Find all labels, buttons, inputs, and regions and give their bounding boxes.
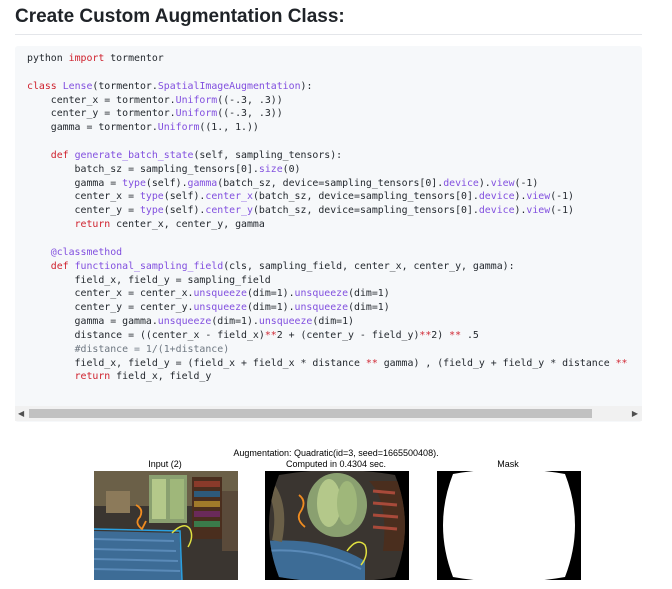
figure-title: Augmentation: Quadratic(id=3, seed=16655… [233,448,439,458]
scroll-left-arrow-icon[interactable]: ◀ [18,408,24,419]
heading-divider [15,34,642,35]
output-panel-caption: Computed in 0.4304 sec. [285,459,387,469]
code-block[interactable]: python import tormentor class Lense(torm… [15,46,642,422]
section-heading: Create Custom Augmentation Class: [15,6,345,27]
mask-panel-caption: Mask [497,459,519,469]
scroll-right-arrow-icon[interactable]: ▶ [632,408,638,419]
scrollbar-thumb[interactable] [29,409,592,418]
input-panel-caption: Input (2) [148,459,182,469]
input-image [94,471,238,580]
code-text: python import tormentor class Lense(torm… [27,53,628,383]
augmented-image [265,471,409,580]
mask-image [437,471,581,580]
code-horizontal-scrollbar[interactable]: ◀ ▶ [15,406,642,421]
